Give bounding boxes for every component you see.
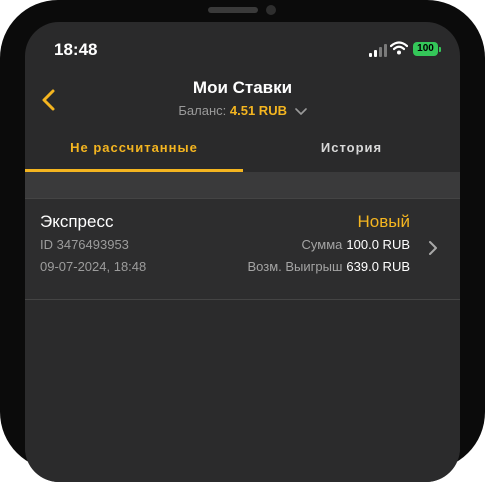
bet-id: ID 3476493953: [40, 237, 129, 252]
section-separator: [25, 172, 460, 198]
status-bar: 18:48 100: [25, 22, 460, 70]
nav-header: Мои Ставки Баланс: 4.51 RUB: [25, 70, 460, 120]
tab-history[interactable]: История: [243, 128, 460, 170]
bet-amount-label: Сумма: [301, 237, 343, 252]
wifi-icon: [390, 41, 408, 55]
balance-value: 4.51 RUB: [229, 103, 287, 118]
app-screen: 18:48 100 Мои Ставки Баланс: 4.51 RUB Не…: [25, 22, 460, 482]
chevron-right-icon[interactable]: [428, 240, 438, 256]
empty-area: [25, 300, 460, 482]
bet-potential-win: Возм. Выигрыш 639.0 RUB: [248, 259, 411, 274]
divider: [25, 198, 460, 199]
bet-amount-value: 100.0 RUB: [346, 237, 410, 252]
bet-list-item[interactable]: Экспресс ID 3476493953 09-07-2024, 18:48…: [25, 198, 460, 300]
speaker-grille: [208, 7, 258, 13]
page-title: Мои Ставки: [192, 78, 293, 97]
bet-win-label: Возм. Выигрыш: [247, 259, 343, 274]
bet-type: Экспресс: [40, 212, 114, 231]
bet-win-value: 639.0 RUB: [346, 259, 410, 274]
signal-icon: [369, 44, 387, 57]
phone-frame: 18:48 100 Мои Ставки Баланс: 4.51 RUB Не…: [0, 0, 485, 482]
bet-datetime: 09-07-2024, 18:48: [40, 259, 147, 274]
balance-label: Баланс:: [178, 103, 227, 118]
battery-tip: [439, 47, 441, 52]
dropdown-chevron-icon[interactable]: [294, 107, 307, 116]
status-time: 18:48: [54, 40, 98, 59]
tab-unsettled[interactable]: Не рассчитанные: [25, 128, 243, 170]
tab-bar: Не рассчитанные История: [25, 128, 460, 172]
bet-amount: Сумма 100.0 RUB: [302, 237, 410, 252]
battery-icon: 100: [413, 42, 438, 56]
balance-selector[interactable]: Баланс: 4.51 RUB: [25, 103, 460, 118]
front-camera: [266, 5, 276, 15]
bet-status-badge: Новый: [357, 212, 410, 231]
